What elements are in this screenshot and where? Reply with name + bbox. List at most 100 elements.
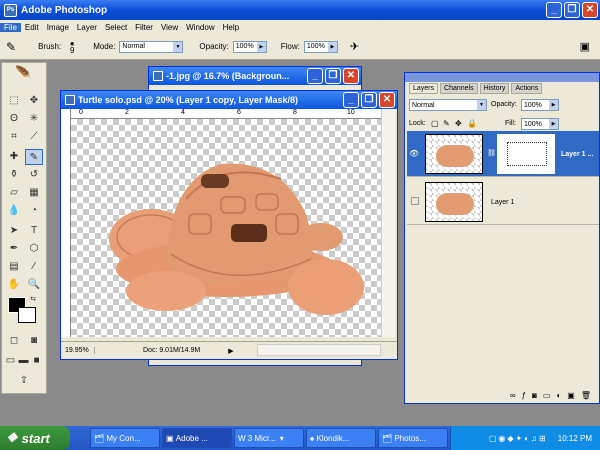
link-layers-icon[interactable]: ∞ xyxy=(510,391,516,403)
screen-mode-full-icon[interactable]: ■ xyxy=(30,353,43,369)
type-tool-icon[interactable]: T xyxy=(25,223,43,239)
menu-window[interactable]: Window xyxy=(182,23,218,32)
link-icon[interactable]: ⛓ xyxy=(487,149,496,157)
shape-tool-icon[interactable]: ⬡ xyxy=(25,241,43,257)
lasso-tool-icon[interactable]: ʘ xyxy=(5,111,23,127)
taskbar-item[interactable]: W 3 Micr... ▾ xyxy=(234,428,304,448)
layer-name: Layer 1 ... xyxy=(561,151,594,158)
tray-icons[interactable]: ▢◉◆✦◐♫⊞ xyxy=(489,434,548,443)
minimize-button[interactable]: _ xyxy=(307,68,323,84)
layer-row[interactable]: 👁 ⛓ Layer 1 ... xyxy=(407,131,599,177)
menu-help[interactable]: Help xyxy=(219,23,243,32)
trash-icon[interactable]: 🗑 xyxy=(581,391,591,403)
status-menu-arrow-icon[interactable]: ▶ xyxy=(228,347,233,355)
palette-well-icon[interactable]: ▣ xyxy=(580,40,590,53)
flow-input[interactable]: 100% ▶ xyxy=(303,40,338,53)
zoom-level[interactable]: 19.95% xyxy=(61,347,95,354)
add-mask-icon[interactable]: ◙ xyxy=(532,391,537,403)
new-layer-icon[interactable]: ▣ xyxy=(567,391,575,403)
tab-channels[interactable]: Channels xyxy=(440,83,478,94)
brush-tool-icon[interactable]: ✎ xyxy=(25,149,43,165)
eraser-icon[interactable]: ▱ xyxy=(5,185,23,201)
screen-mode-full-menu-icon[interactable]: ▬ xyxy=(17,353,30,369)
magic-wand-icon[interactable]: ✳ xyxy=(25,111,43,127)
layer-style-icon[interactable]: ƒ xyxy=(522,391,526,403)
new-group-icon[interactable]: ▭ xyxy=(543,391,551,403)
jump-to-imageready-icon[interactable]: ⇪ xyxy=(8,373,40,389)
brush-size-value: 9 xyxy=(69,45,75,55)
maximize-button[interactable]: ❐ xyxy=(564,2,580,18)
tab-layers[interactable]: Layers xyxy=(409,83,439,94)
menu-image[interactable]: Image xyxy=(43,23,73,32)
eyedropper-icon[interactable]: ⁄ xyxy=(25,259,43,275)
lock-transparency-icon[interactable]: ▢ xyxy=(431,119,439,128)
tab-history[interactable]: History xyxy=(479,83,510,94)
tab-actions[interactable]: Actions xyxy=(511,83,543,94)
lock-all-icon[interactable]: 🔒 xyxy=(467,119,477,128)
airbrush-icon[interactable]: ✈ xyxy=(350,40,359,53)
palette-title-bar[interactable] xyxy=(405,73,599,82)
notes-tool-icon[interactable]: ▤ xyxy=(5,259,23,275)
menu-select[interactable]: Select xyxy=(101,23,131,32)
menu-layer[interactable]: Layer xyxy=(73,23,101,32)
menu-file[interactable]: File xyxy=(0,22,21,32)
feather-icon[interactable]: 🪶 xyxy=(4,65,44,87)
minimize-button[interactable]: _ xyxy=(343,92,359,108)
horizontal-scrollbar[interactable] xyxy=(257,344,381,356)
lock-brush-icon[interactable]: ✎ xyxy=(443,119,450,128)
brush-preset-picker[interactable]: ● 9 xyxy=(65,39,79,55)
toolbox: 🪶 ⬚ ✥ ʘ ✳ ⌗ ⟋ ✚ ✎ ⚱ ↺ ▱ ▦ 💧 ◔ ➤ T ✒ ⬡ ▤ … xyxy=(1,62,47,394)
taskbar-item[interactable]: 🗂 My Con... xyxy=(90,428,160,448)
minimize-button[interactable]: _ xyxy=(546,2,562,18)
opacity-input[interactable]: 100% ▶ xyxy=(232,40,267,53)
marquee-tool-icon[interactable]: ⬚ xyxy=(5,93,23,109)
canvas[interactable] xyxy=(71,119,381,337)
lock-move-icon[interactable]: ✥ xyxy=(455,119,462,128)
healing-brush-icon[interactable]: ✚ xyxy=(5,149,23,165)
close-button[interactable]: ✕ xyxy=(582,2,598,18)
document-title-bar[interactable]: Turtle solo.psd @ 20% (Layer 1 copy, Lay… xyxy=(61,91,397,109)
gradient-tool-icon[interactable]: ▦ xyxy=(25,185,43,201)
pen-tool-icon[interactable]: ✒ xyxy=(5,241,23,257)
blend-mode-select[interactable]: Normal ▼ xyxy=(409,99,487,111)
mode-select[interactable]: Normal ▼ xyxy=(119,40,184,53)
layer-opacity-input[interactable]: 100% ▶ xyxy=(521,99,559,111)
taskbar-item[interactable]: 🗂 Photos... xyxy=(378,428,448,448)
close-button[interactable]: ✕ xyxy=(379,92,395,108)
background-color-swatch[interactable] xyxy=(18,307,36,323)
quick-mask-icon[interactable]: ◙ xyxy=(25,333,43,349)
crop-tool-icon[interactable]: ⌗ xyxy=(5,129,23,145)
vertical-scrollbar[interactable] xyxy=(381,109,395,337)
zoom-tool-icon[interactable]: 🔍 xyxy=(25,277,43,293)
eye-icon[interactable]: 👁 xyxy=(409,149,419,158)
slice-tool-icon[interactable]: ⟋ xyxy=(25,129,43,145)
brush-tool-icon[interactable]: ✎ xyxy=(6,40,16,54)
screen-mode-standard-icon[interactable]: ▭ xyxy=(4,353,17,369)
document-window[interactable]: Turtle solo.psd @ 20% (Layer 1 copy, Lay… xyxy=(60,90,398,360)
layer-row[interactable]: Layer 1 xyxy=(407,179,599,225)
background-document-title-bar[interactable]: -1.jpg @ 16.7% (Backgroun... _ ❐ ✕ xyxy=(149,67,361,85)
path-select-icon[interactable]: ➤ xyxy=(5,223,23,239)
close-button[interactable]: ✕ xyxy=(343,68,359,84)
adjustment-layer-icon[interactable]: ◐ xyxy=(556,391,561,403)
history-brush-icon[interactable]: ↺ xyxy=(25,167,43,183)
move-tool-icon[interactable]: ✥ xyxy=(25,93,43,109)
menu-filter[interactable]: Filter xyxy=(131,23,157,32)
blur-tool-icon[interactable]: 💧 xyxy=(5,203,23,219)
start-button[interactable]: ❖ start xyxy=(0,426,70,450)
hand-tool-icon[interactable]: ✋ xyxy=(5,277,23,293)
maximize-button[interactable]: ❐ xyxy=(325,68,341,84)
visibility-toggle[interactable] xyxy=(411,197,419,205)
taskbar-item[interactable]: ♠ Klondik... xyxy=(306,428,376,448)
chevron-right-icon: ▶ xyxy=(327,41,337,52)
fill-input[interactable]: 100% ▶ xyxy=(521,118,559,130)
menu-edit[interactable]: Edit xyxy=(21,23,43,32)
swap-colors-icon[interactable]: ⇆ xyxy=(28,295,38,305)
standard-mode-icon[interactable]: ◻ xyxy=(5,333,23,349)
dodge-tool-icon[interactable]: ◔ xyxy=(25,203,43,219)
taskbar-item[interactable]: ▣ Adobe ... xyxy=(162,428,232,448)
clone-stamp-icon[interactable]: ⚱ xyxy=(5,167,23,183)
status-bar: 19.95% Doc: 9.01M/14.9M ▶ xyxy=(61,341,397,359)
maximize-button[interactable]: ❐ xyxy=(361,92,377,108)
menu-view[interactable]: View xyxy=(157,23,182,32)
